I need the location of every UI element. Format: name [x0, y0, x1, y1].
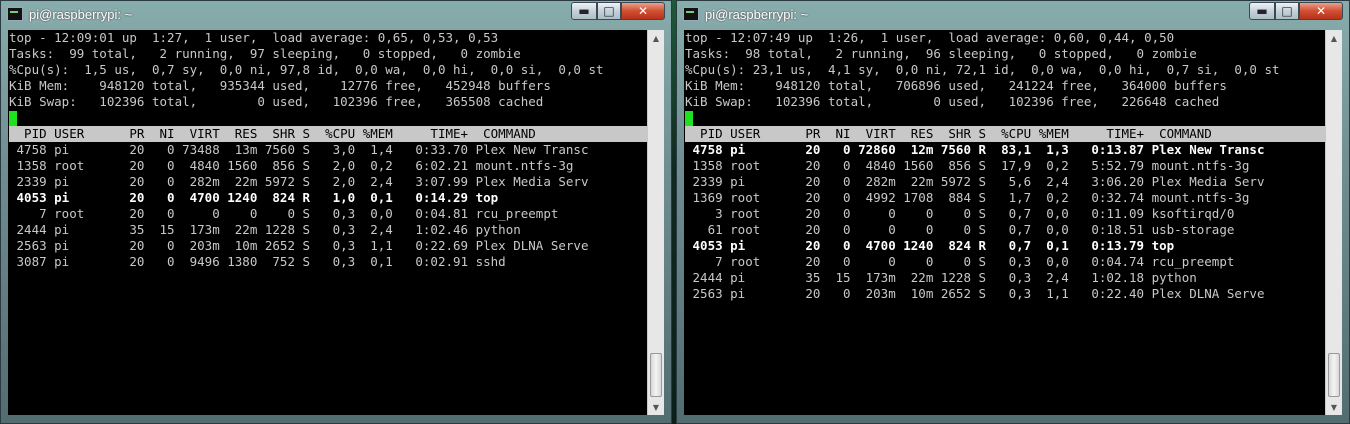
scroll-up-icon[interactable]: ▲ — [1326, 30, 1342, 46]
terminal-output: top - 12:09:01 up 1:27, 1 user, load ave… — [9, 30, 647, 415]
terminal-area[interactable]: top - 12:09:01 up 1:27, 1 user, load ave… — [8, 30, 664, 415]
vertical-scrollbar[interactable]: ▲ ▼ — [647, 30, 664, 415]
process-row: 7 root 20 0 0 0 0 S 0,3 0,0 0:04.74 rcu_… — [685, 254, 1235, 269]
vertical-scrollbar[interactable]: ▲ ▼ — [1325, 30, 1342, 415]
process-table-header: PID USER PR NI VIRT RES SHR S %CPU %MEM … — [685, 126, 1325, 142]
tasks-line: Tasks: 99 total, 2 running, 97 sleeping,… — [9, 46, 521, 61]
process-row: 1358 root 20 0 4840 1560 856 S 2,0 0,2 6… — [9, 158, 574, 173]
process-row: 4053 pi 20 0 4700 1240 824 R 1,0 0,1 0:1… — [9, 190, 499, 205]
prompt-line — [685, 110, 1325, 126]
cpu-line: %Cpu(s): 1,5 us, 0,7 sy, 0,0 ni, 97,8 id… — [9, 62, 604, 77]
process-row: 2563 pi 20 0 203m 10m 2652 S 0,3 1,1 0:2… — [685, 286, 1265, 301]
terminal-output: top - 12:07:49 up 1:26, 1 user, load ave… — [685, 30, 1325, 415]
scroll-up-icon[interactable]: ▲ — [648, 30, 664, 46]
text-cursor — [685, 111, 693, 126]
maximize-button[interactable]: □ — [1275, 2, 1299, 20]
terminal-window-left: pi@raspberrypi: ~ ▬ □ ✕ top - 12:09:01 u… — [0, 0, 672, 424]
text-cursor — [9, 111, 17, 126]
process-row: 2339 pi 20 0 282m 22m 5972 S 5,6 2,4 3:0… — [685, 174, 1265, 189]
process-row: 2444 pi 35 15 173m 22m 1228 S 0,3 2,4 1:… — [685, 270, 1197, 285]
terminal-icon — [683, 7, 699, 21]
process-row: 4053 pi 20 0 4700 1240 824 R 0,7 0,1 0:1… — [685, 238, 1175, 253]
scrollbar-thumb[interactable] — [650, 353, 662, 397]
process-row: 2444 pi 35 15 173m 22m 1228 S 0,3 2,4 1:… — [9, 222, 521, 237]
top-summary-line: top - 12:07:49 up 1:26, 1 user, load ave… — [685, 30, 1175, 45]
process-row: 7 root 20 0 0 0 0 S 0,3 0,0 0:04.81 rcu_… — [9, 206, 559, 221]
mem-line: KiB Mem: 948120 total, 706896 used, 2412… — [685, 78, 1227, 93]
process-list: 4758 pi 20 0 73488 13m 7560 S 3,0 1,4 0:… — [9, 142, 647, 270]
process-row: 4758 pi 20 0 73488 13m 7560 S 3,0 1,4 0:… — [9, 142, 589, 157]
minimize-button[interactable]: ▬ — [571, 2, 597, 20]
scroll-down-icon[interactable]: ▼ — [648, 399, 664, 415]
process-row: 61 root 20 0 0 0 0 S 0,7 0,0 0:18.51 usb… — [685, 222, 1235, 237]
terminal-window-right: pi@raspberrypi: ~ ▬ □ ✕ top - 12:07:49 u… — [676, 0, 1350, 424]
title-bar[interactable]: pi@raspberrypi: ~ ▬ □ ✕ — [677, 1, 1349, 29]
scrollbar-thumb[interactable] — [1328, 353, 1340, 397]
cpu-line: %Cpu(s): 23,1 us, 4,1 sy, 0,0 ni, 72,1 i… — [685, 62, 1280, 77]
window-controls: ▬ □ ✕ — [1249, 2, 1343, 20]
minimize-button[interactable]: ▬ — [1249, 2, 1275, 20]
process-row: 1369 root 20 0 4992 1708 884 S 1,7 0,2 0… — [685, 190, 1250, 205]
process-row: 2339 pi 20 0 282m 22m 5972 S 2,0 2,4 3:0… — [9, 174, 589, 189]
process-table-header: PID USER PR NI VIRT RES SHR S %CPU %MEM … — [9, 126, 647, 142]
terminal-icon — [7, 7, 23, 21]
terminal-area[interactable]: top - 12:07:49 up 1:26, 1 user, load ave… — [684, 30, 1342, 415]
top-summary-line: top - 12:09:01 up 1:27, 1 user, load ave… — [9, 30, 499, 45]
process-row: 3 root 20 0 0 0 0 S 0,7 0,0 0:11.09 ksof… — [685, 206, 1235, 221]
process-row: 4758 pi 20 0 72860 12m 7560 R 83,1 1,3 0… — [685, 142, 1265, 157]
scroll-down-icon[interactable]: ▼ — [1326, 399, 1342, 415]
window-controls: ▬ □ ✕ — [571, 2, 665, 20]
process-row: 1358 root 20 0 4840 1560 856 S 17,9 0,2 … — [685, 158, 1250, 173]
tasks-line: Tasks: 98 total, 2 running, 96 sleeping,… — [685, 46, 1197, 61]
close-button[interactable]: ✕ — [621, 2, 665, 20]
mem-line: KiB Mem: 948120 total, 935344 used, 1277… — [9, 78, 551, 93]
title-bar[interactable]: pi@raspberrypi: ~ ▬ □ ✕ — [1, 1, 671, 29]
close-button[interactable]: ✕ — [1299, 2, 1343, 20]
window-title: pi@raspberrypi: ~ — [705, 7, 809, 22]
process-row: 3087 pi 20 0 9496 1380 752 S 0,3 0,1 0:0… — [9, 254, 506, 269]
process-row: 2563 pi 20 0 203m 10m 2652 S 0,3 1,1 0:2… — [9, 238, 589, 253]
prompt-line — [9, 110, 647, 126]
swap-line: KiB Swap: 102396 total, 0 used, 102396 f… — [9, 94, 544, 109]
window-title: pi@raspberrypi: ~ — [29, 7, 133, 22]
maximize-button[interactable]: □ — [597, 2, 621, 20]
swap-line: KiB Swap: 102396 total, 0 used, 102396 f… — [685, 94, 1220, 109]
process-list: 4758 pi 20 0 72860 12m 7560 R 83,1 1,3 0… — [685, 142, 1325, 302]
